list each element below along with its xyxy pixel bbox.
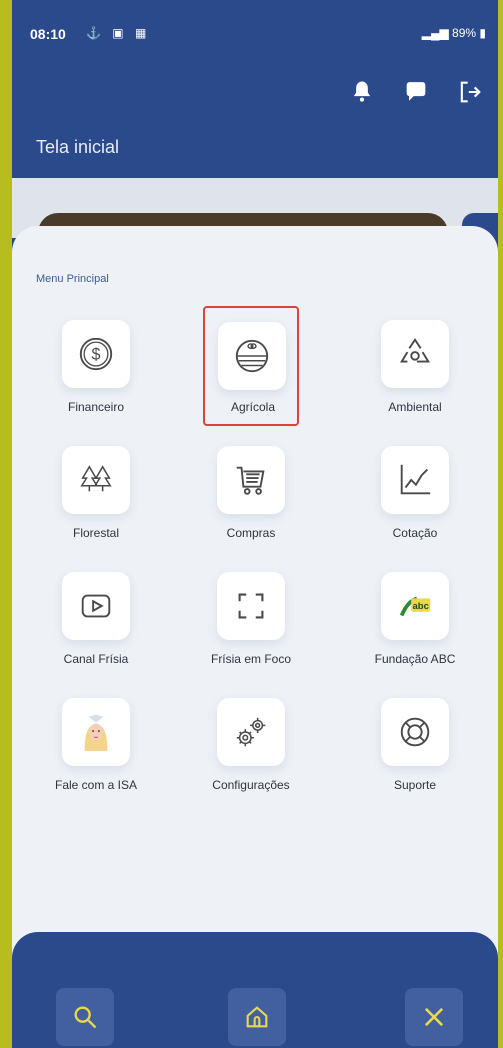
menu-item-label: Agrícola — [230, 400, 276, 414]
tile: $ — [62, 320, 130, 388]
tile: abc — [381, 572, 449, 640]
tile — [381, 320, 449, 388]
notification-icons: ⚓ ▣ ▦ — [86, 26, 151, 40]
menu-item-label: Compras — [226, 526, 276, 540]
menu-title: Menu Principal — [36, 273, 109, 285]
svg-text:$: $ — [92, 346, 101, 364]
home-icon — [246, 1006, 268, 1028]
menu-item-label: Fale com a ISA — [54, 778, 138, 792]
page-title: Tela inicial — [36, 137, 120, 157]
chat-icon[interactable] — [402, 78, 430, 106]
tile — [381, 698, 449, 766]
tile — [217, 446, 285, 514]
menu-item-ambiental[interactable]: Ambiental — [355, 320, 475, 438]
tile — [218, 322, 286, 390]
menu-item-configuracoes[interactable]: Configurações — [191, 698, 311, 816]
tile — [62, 698, 130, 766]
focus-icon — [238, 593, 264, 619]
menu-item-label: Suporte — [393, 778, 437, 792]
menu-item-canal-frisia[interactable]: Canal Frísia — [36, 572, 156, 690]
menu-item-label: Configurações — [212, 778, 290, 792]
menu-item-label: Cotação — [392, 526, 438, 540]
menu-item-suporte[interactable]: Suporte — [355, 698, 475, 816]
menu-item-label: Ambiental — [388, 400, 442, 414]
agriculture-icon — [235, 339, 269, 373]
dollar-icon: $ — [79, 337, 113, 371]
close-icon — [424, 1007, 444, 1027]
close-button[interactable] — [405, 988, 463, 1046]
search-icon — [74, 1006, 97, 1029]
cart-icon — [236, 466, 265, 495]
menu-item-label: Financeiro — [67, 400, 125, 414]
menu-item-label: Frísia em Foco — [210, 652, 291, 666]
tile — [217, 698, 285, 766]
gears-icon — [236, 717, 266, 747]
tile — [217, 572, 285, 640]
battery-level: 89% — [452, 26, 477, 40]
logout-icon[interactable] — [456, 78, 484, 106]
menu-item-fundacao-abc[interactable]: abc Fundação ABC — [355, 572, 475, 690]
lifebuoy-icon — [400, 717, 430, 747]
header-actions — [348, 78, 484, 106]
menu-sheet: Menu Principal $ Financeiro Agrícola Amb… — [12, 226, 498, 986]
phone-screen: 08:10 ⚓ ▣ ▦ ▂▄▆ 89% ▮ Tela inicial Menu … — [12, 0, 498, 1048]
abc-logo: abc — [399, 596, 431, 617]
status-bar: 08:10 ⚓ ▣ ▦ ▂▄▆ 89% ▮ — [12, 18, 498, 50]
menu-item-fale-com-a-isa[interactable]: Fale com a ISA — [36, 698, 156, 816]
play-icon — [81, 594, 111, 618]
bottom-nav — [12, 932, 498, 1048]
menu-item-compras[interactable]: Compras — [191, 446, 311, 564]
home-button[interactable] — [228, 988, 286, 1046]
chart-icon — [400, 464, 431, 495]
tile — [62, 446, 130, 514]
menu-item-label: Florestal — [72, 526, 119, 540]
menu-item-label: Fundação ABC — [374, 652, 456, 666]
signal-icon: ▂▄▆ — [421, 26, 453, 40]
menu-item-frisia-em-foco[interactable]: Frísia em Foco — [191, 572, 311, 690]
abc-logo-text: abc — [413, 601, 429, 612]
bell-icon[interactable] — [348, 78, 376, 106]
menu-item-florestal[interactable]: Florestal — [36, 446, 156, 564]
menu-item-financeiro[interactable]: $ Financeiro — [36, 320, 156, 438]
tile — [381, 446, 449, 514]
status-time: 08:10 — [30, 26, 66, 42]
tile — [62, 572, 130, 640]
trees-icon — [80, 465, 112, 492]
menu-item-agricola[interactable]: Agrícola — [203, 306, 299, 426]
menu-item-label: Canal Frísia — [63, 652, 129, 666]
recycle-icon — [400, 338, 430, 363]
battery-icon: ▮ — [479, 26, 486, 40]
status-right: ▂▄▆ 89% ▮ — [422, 26, 486, 40]
menu-item-cotacao[interactable]: Cotação — [355, 446, 475, 564]
isa-avatar — [84, 714, 108, 751]
search-button[interactable] — [56, 988, 114, 1046]
